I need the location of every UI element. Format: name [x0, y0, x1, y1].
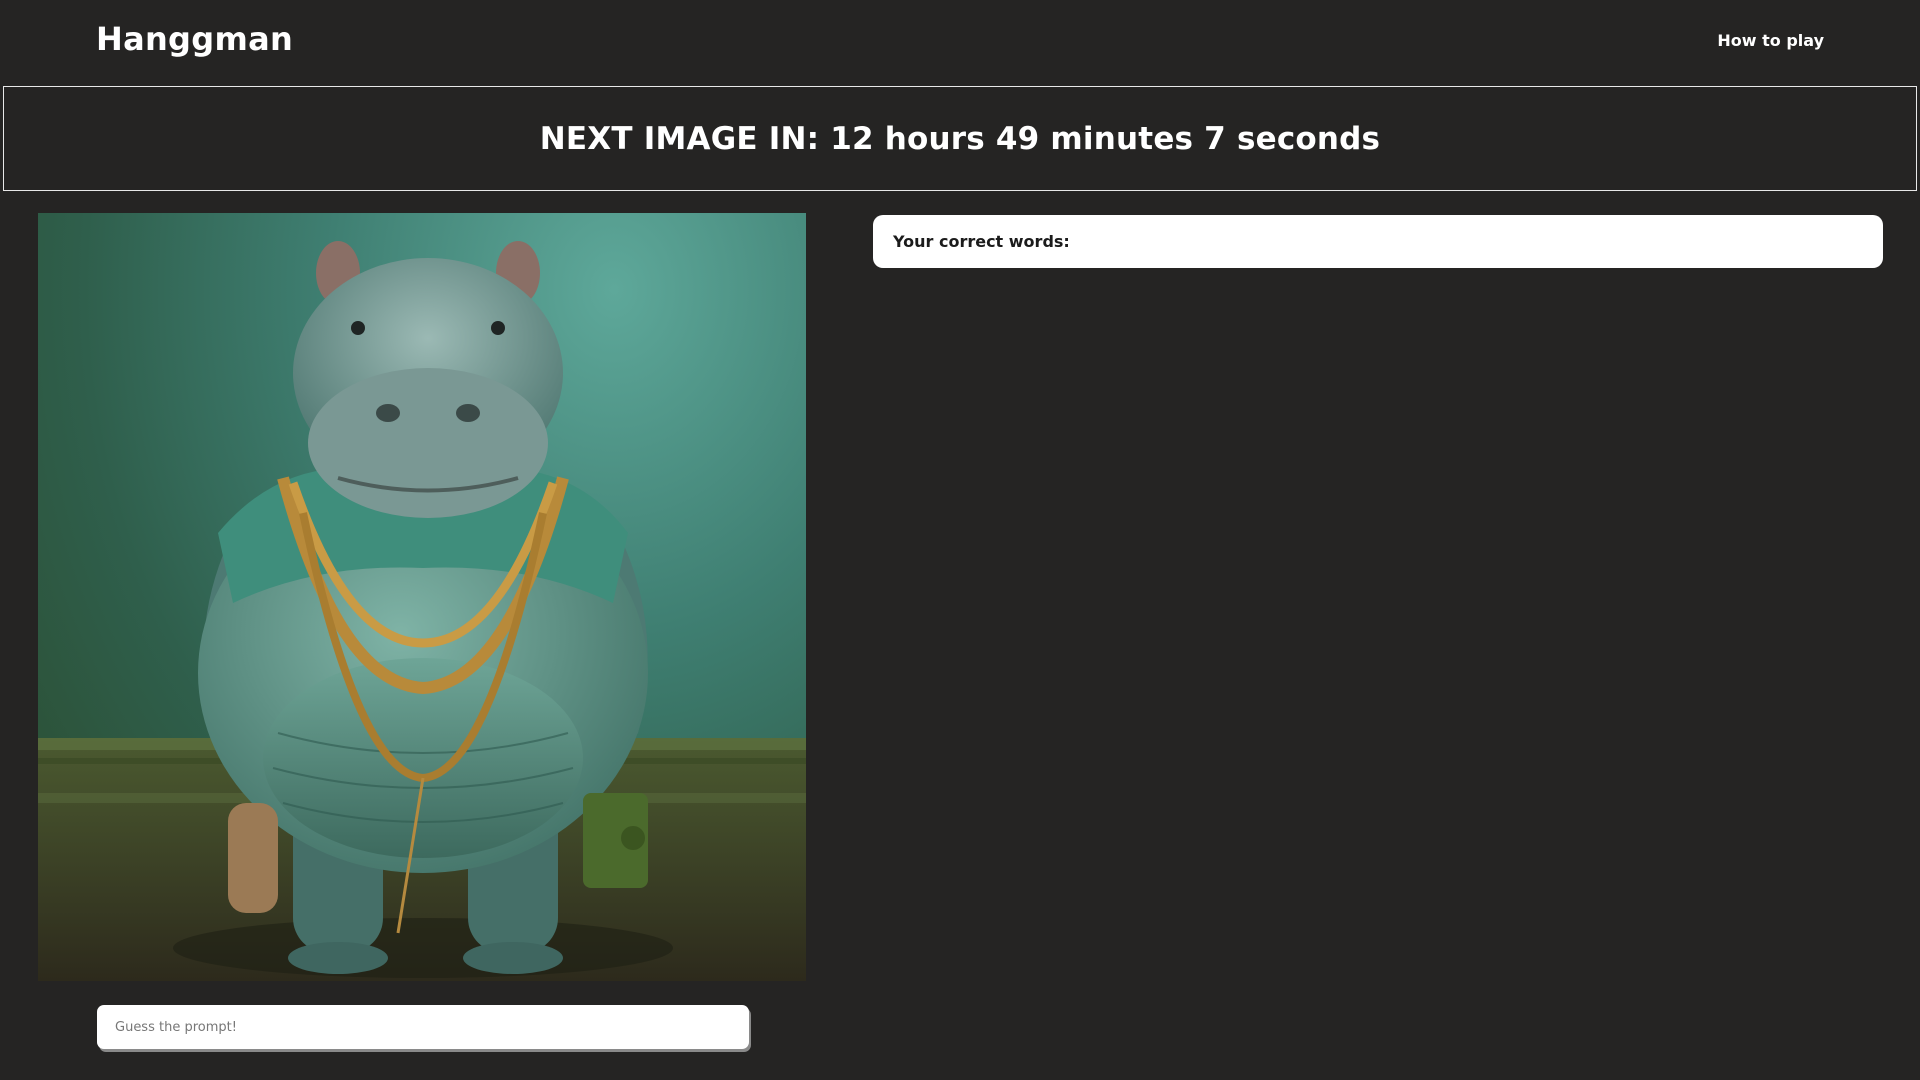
guess-input[interactable] [97, 1005, 749, 1049]
header: Hanggman How to play [0, 0, 1920, 86]
app-title[interactable]: Hanggman [96, 20, 293, 58]
how-to-play-link[interactable]: How to play [1717, 31, 1824, 50]
hippo-illustration [38, 241, 806, 981]
correct-words-panel: Your correct words: [873, 215, 1883, 268]
correct-words-label: Your correct words: [893, 232, 1070, 251]
countdown-text: NEXT IMAGE IN: 12 hours 49 minutes 7 sec… [539, 120, 1381, 157]
puzzle-image [38, 213, 806, 981]
countdown-banner: NEXT IMAGE IN: 12 hours 49 minutes 7 sec… [3, 86, 1917, 191]
